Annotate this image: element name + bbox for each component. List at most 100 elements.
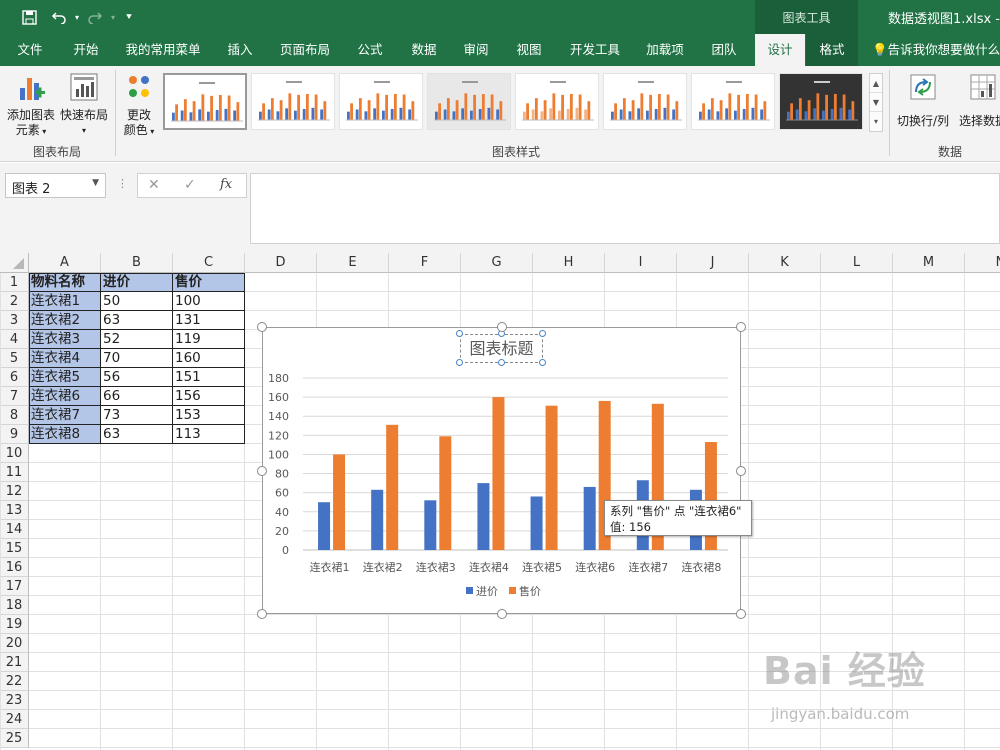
column-header[interactable]: F — [389, 253, 461, 273]
row-header[interactable]: 2 — [0, 292, 29, 311]
row-header[interactable]: 16 — [0, 558, 29, 577]
switch-row-column-button[interactable]: 切换行/列 — [895, 72, 951, 129]
select-all-corner[interactable] — [0, 253, 29, 273]
row-header[interactable]: 1 — [0, 273, 29, 292]
table-cell[interactable]: 进价 — [101, 273, 172, 292]
gallery-down-icon[interactable]: ▼ — [870, 93, 882, 112]
row-header[interactable]: 5 — [0, 349, 29, 368]
tab-developer[interactable]: 开发工具 — [562, 34, 628, 66]
tab-data[interactable]: 数据 — [400, 34, 448, 66]
row-header[interactable]: 8 — [0, 406, 29, 425]
tab-review[interactable]: 审阅 — [452, 34, 500, 66]
table-cell[interactable]: 52 — [101, 330, 172, 349]
row-header[interactable]: 25 — [0, 729, 29, 748]
table-cell[interactable]: 物料名称 — [29, 273, 100, 292]
row-header[interactable]: 18 — [0, 596, 29, 615]
chart-resize-handle[interactable] — [736, 609, 746, 619]
row-header[interactable]: 21 — [0, 653, 29, 672]
tab-file[interactable]: 文件 — [6, 34, 54, 66]
row-header[interactable]: 4 — [0, 330, 29, 349]
table-cell[interactable]: 连衣裙3 — [29, 330, 100, 349]
tab-insert[interactable]: 插入 — [216, 34, 264, 66]
row-header[interactable]: 17 — [0, 577, 29, 596]
table-cell[interactable]: 153 — [173, 406, 244, 425]
chart-style-2[interactable] — [251, 73, 335, 130]
row-header[interactable]: 20 — [0, 634, 29, 653]
column-header[interactable]: G — [461, 253, 533, 273]
insert-function-icon[interactable]: fx — [220, 177, 232, 192]
table-cell[interactable]: 连衣裙1 — [29, 292, 100, 311]
tab-page-layout[interactable]: 页面布局 — [272, 34, 338, 66]
tab-formulas[interactable]: 公式 — [346, 34, 394, 66]
chart-style-3[interactable] — [339, 73, 423, 130]
table-cell[interactable]: 连衣裙4 — [29, 349, 100, 368]
chart-style-7[interactable] — [691, 73, 775, 130]
chart-resize-handle[interactable] — [496, 609, 507, 619]
table-cell[interactable]: 151 — [173, 368, 244, 387]
column-header[interactable]: N — [965, 253, 1000, 273]
table-cell[interactable]: 63 — [101, 425, 172, 444]
select-data-button[interactable]: 选择数据 — [953, 72, 1000, 129]
gallery-scroll[interactable]: ▲ ▼ ▾ — [869, 73, 883, 132]
table-cell[interactable]: 66 — [101, 387, 172, 406]
formula-bar-grip-icon[interactable]: ⋮ — [117, 177, 128, 190]
chart-style-1[interactable] — [163, 73, 247, 130]
row-header[interactable]: 14 — [0, 520, 29, 539]
row-header[interactable]: 23 — [0, 691, 29, 710]
chart-resize-handle[interactable] — [496, 322, 507, 332]
table-cell[interactable]: 56 — [101, 368, 172, 387]
chart-resize-handle[interactable] — [736, 322, 746, 332]
table-cell[interactable]: 73 — [101, 406, 172, 425]
row-header[interactable]: 22 — [0, 672, 29, 691]
row-header[interactable]: 12 — [0, 482, 29, 501]
title-selection-handle[interactable] — [539, 359, 546, 366]
table-cell[interactable]: 119 — [173, 330, 244, 349]
tell-me-search[interactable]: 💡告诉我你想要做什么 — [872, 34, 1000, 66]
chart-resize-handle[interactable] — [736, 465, 746, 476]
column-header[interactable]: B — [101, 253, 173, 273]
title-selection-handle[interactable] — [497, 359, 505, 366]
tab-team[interactable]: 团队 — [700, 34, 748, 66]
table-cell[interactable]: 160 — [173, 349, 244, 368]
table-cell[interactable]: 70 — [101, 349, 172, 368]
table-cell[interactable]: 100 — [173, 292, 244, 311]
table-cell[interactable]: 63 — [101, 311, 172, 330]
table-cell[interactable]: 156 — [173, 387, 244, 406]
row-header[interactable]: 6 — [0, 368, 29, 387]
row-header[interactable]: 9 — [0, 425, 29, 444]
gallery-up-icon[interactable]: ▲ — [870, 74, 882, 93]
column-header[interactable]: D — [245, 253, 317, 273]
table-cell[interactable]: 50 — [101, 292, 172, 311]
enter-icon[interactable]: ✓ — [184, 177, 196, 193]
table-cell[interactable]: 连衣裙7 — [29, 406, 100, 425]
formula-input[interactable] — [250, 173, 1000, 244]
tab-home[interactable]: 开始 — [62, 34, 110, 66]
row-header[interactable]: 3 — [0, 311, 29, 330]
chart-style-4[interactable] — [427, 73, 511, 130]
row-header[interactable]: 15 — [0, 539, 29, 558]
row-header[interactable]: 7 — [0, 387, 29, 406]
row-header[interactable]: 13 — [0, 501, 29, 520]
row-header[interactable]: 24 — [0, 710, 29, 729]
chart-resize-handle[interactable] — [257, 609, 267, 619]
add-chart-element-button[interactable]: 添加图表 元素 ▾ — [4, 72, 58, 139]
tab-design[interactable]: 设计 — [755, 34, 805, 66]
column-header[interactable]: K — [749, 253, 821, 273]
customize-toolbar-icon[interactable]: ⯆ — [118, 6, 140, 28]
column-header[interactable]: J — [677, 253, 749, 273]
table-cell[interactable]: 连衣裙2 — [29, 311, 100, 330]
change-colors-button[interactable]: 更改 颜色 ▾ — [118, 72, 160, 139]
gallery-more-icon[interactable]: ▾ — [870, 112, 882, 131]
save-icon[interactable] — [18, 6, 40, 28]
column-header[interactable]: E — [317, 253, 389, 273]
table-cell[interactable]: 连衣裙5 — [29, 368, 100, 387]
name-box[interactable]: 图表 2 ▼ — [5, 173, 106, 198]
column-header[interactable]: A — [29, 253, 101, 273]
table-cell[interactable]: 连衣裙8 — [29, 425, 100, 444]
row-header[interactable]: 19 — [0, 615, 29, 634]
table-cell[interactable]: 售价 — [173, 273, 244, 292]
column-header[interactable]: L — [821, 253, 893, 273]
column-header[interactable]: H — [533, 253, 605, 273]
quick-layout-button[interactable]: 快速布局 ▾ — [58, 72, 110, 138]
title-selection-handle[interactable] — [539, 330, 546, 337]
